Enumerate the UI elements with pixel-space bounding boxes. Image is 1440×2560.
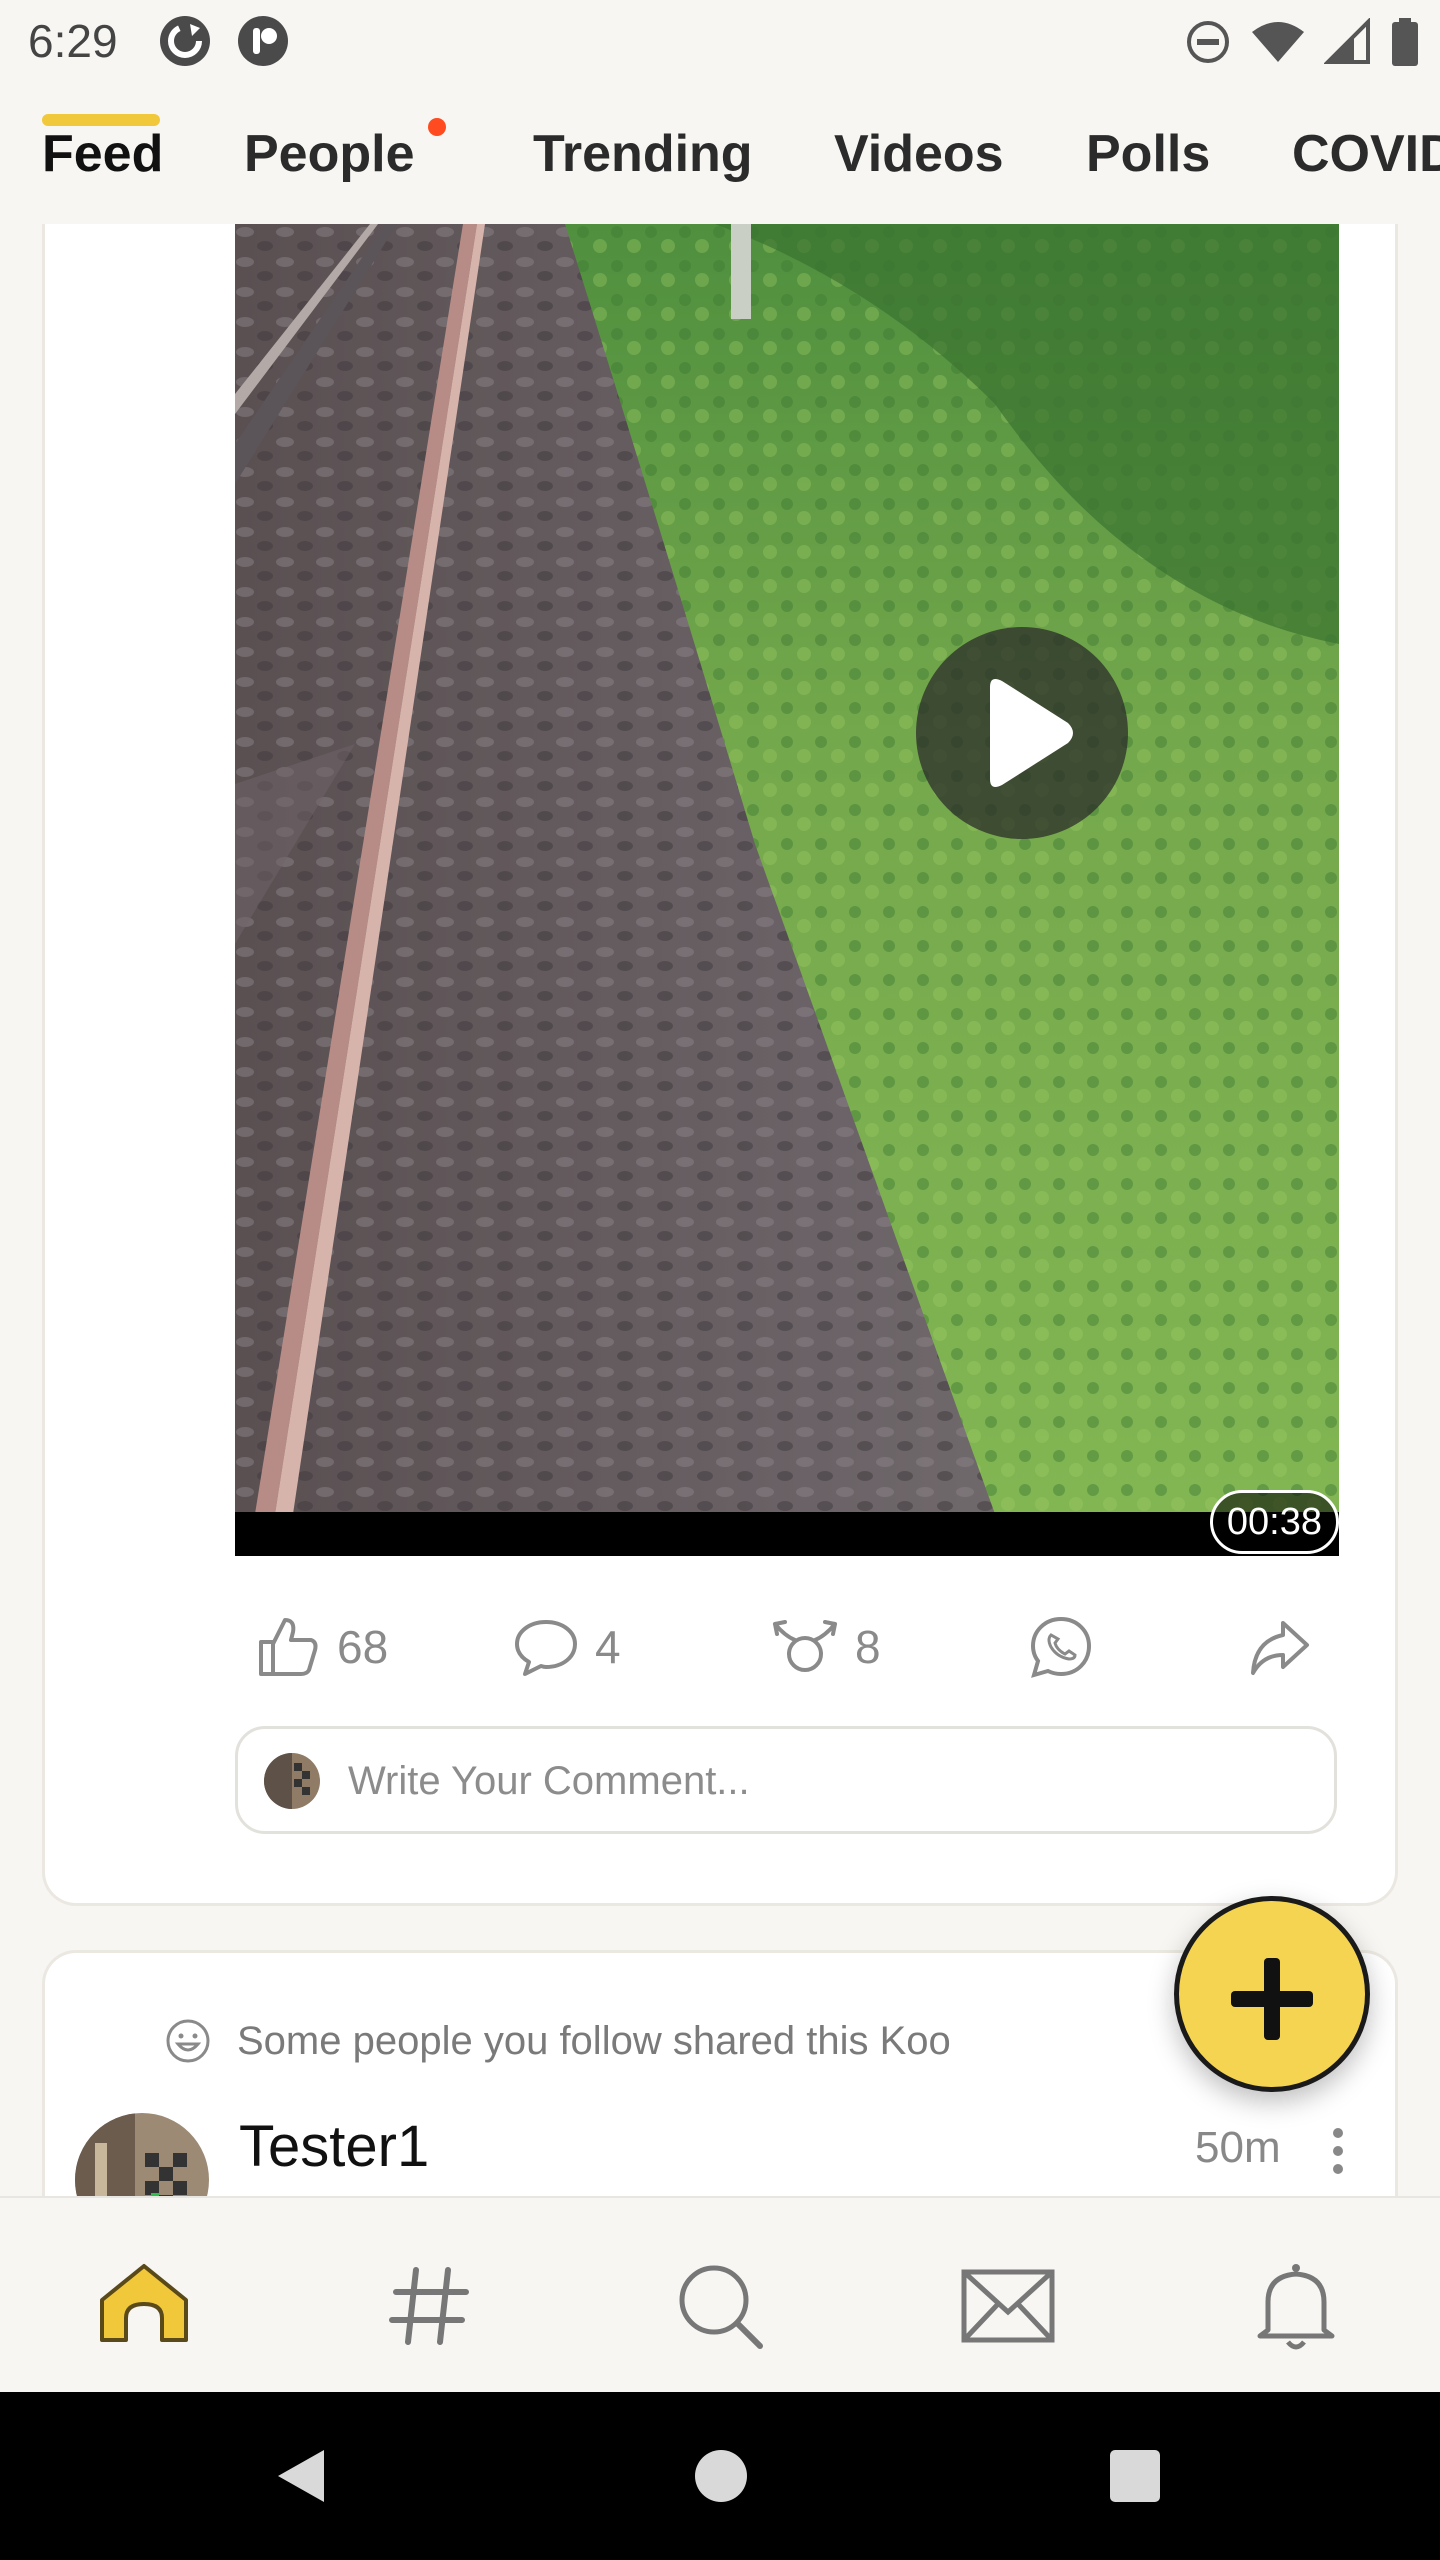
post-time: 50m <box>1195 2123 1281 2172</box>
author-name[interactable]: Tester1 <box>239 2113 429 2180</box>
tab-feed[interactable]: Feed <box>42 124 163 184</box>
nav-search[interactable] <box>670 2256 770 2356</box>
status-bar: 6:29 <box>0 0 1440 84</box>
tab-covid[interactable]: COVID <box>1292 124 1440 184</box>
search-icon <box>679 2265 763 2349</box>
back-icon[interactable] <box>270 2444 330 2513</box>
bell-icon <box>1257 2264 1335 2350</box>
do-not-disturb-icon <box>1184 18 1232 66</box>
sync-app-icon <box>160 16 210 66</box>
rekoo-count: 8 <box>855 1621 881 1673</box>
wifi-icon <box>1250 18 1306 66</box>
plus-icon <box>1231 1958 1313 2040</box>
mail-icon <box>961 2269 1055 2343</box>
nav-messages[interactable] <box>958 2256 1058 2356</box>
tab-trending[interactable]: Trending <box>533 124 753 184</box>
tab-polls[interactable]: Polls <box>1086 124 1210 184</box>
bottom-navigation <box>0 2196 1440 2392</box>
like-count: 68 <box>337 1621 389 1673</box>
post-actions: 68 4 8 <box>235 1602 1339 1692</box>
video-thumbnail <box>235 224 1339 1556</box>
nav-notifications[interactable] <box>1246 2256 1346 2356</box>
whatsapp-icon <box>1030 1616 1092 1678</box>
home-circle-icon[interactable] <box>694 2444 748 2513</box>
whatsapp-share-button[interactable] <box>1029 1602 1093 1692</box>
share-button[interactable] <box>1247 1602 1311 1692</box>
video-player[interactable]: 00:38 <box>235 224 1339 1556</box>
smiley-icon <box>165 2018 211 2069</box>
create-koo-button[interactable] <box>1174 1896 1370 2092</box>
rekoo-button[interactable]: 8 <box>771 1602 881 1692</box>
play-icon <box>990 679 1073 787</box>
hashtag-icon <box>389 2267 469 2345</box>
share-icon <box>1251 1621 1309 1675</box>
system-navigation-bar <box>0 2392 1440 2560</box>
comment-input[interactable]: Write Your Comment... <box>235 1726 1337 1834</box>
nav-home[interactable] <box>94 2256 194 2356</box>
cellular-signal-icon <box>1324 18 1372 66</box>
koo-app-icon <box>238 16 288 66</box>
comment-bubble-icon <box>515 1620 577 1676</box>
like-button[interactable]: 68 <box>255 1602 388 1692</box>
comment-placeholder: Write Your Comment... <box>348 1759 750 1803</box>
tab-people[interactable]: People <box>244 124 415 184</box>
nav-hashtag[interactable] <box>380 2256 480 2356</box>
active-tab-indicator <box>42 114 160 126</box>
home-icon <box>100 2264 188 2342</box>
user-avatar <box>264 1753 320 1809</box>
comment-button[interactable]: 4 <box>513 1602 621 1692</box>
status-time: 6:29 <box>28 15 118 67</box>
rekoo-icon <box>773 1620 837 1672</box>
recents-icon[interactable] <box>1108 2444 1162 2513</box>
play-button[interactable] <box>916 627 1128 839</box>
feed-tabs: Feed People Trending Videos Polls COVID <box>0 96 1440 224</box>
notification-dot <box>428 118 446 136</box>
thumbs-up-icon <box>259 1618 318 1676</box>
shared-note: Some people you follow shared this Koo <box>237 2019 951 2063</box>
tab-videos[interactable]: Videos <box>834 124 1004 184</box>
video-duration: 00:38 <box>1209 1490 1339 1554</box>
battery-icon <box>1390 17 1420 67</box>
more-options-icon[interactable] <box>1323 2123 1353 2184</box>
comment-count: 4 <box>595 1621 621 1673</box>
